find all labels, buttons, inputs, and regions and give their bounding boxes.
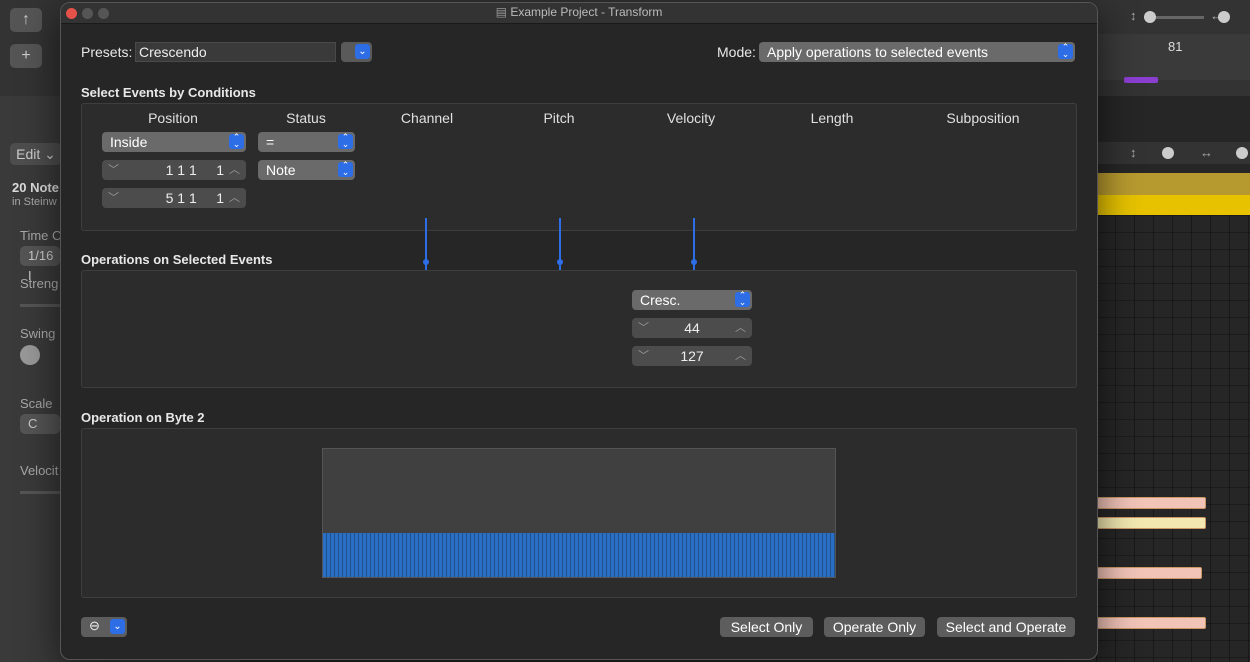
position-start-stepper[interactable]: ﹀ 1 1 1 1 ︿ (102, 160, 246, 180)
select-and-operate-button[interactable]: Select and Operate (937, 617, 1075, 637)
midi-note[interactable] (1096, 517, 1206, 529)
add-track-button[interactable]: + (10, 44, 42, 68)
scale-label: Scale (20, 396, 53, 411)
column-header-velocity: Velocity (666, 110, 716, 126)
window-titlebar: ▤ Example Project - Transform (61, 3, 1097, 24)
instrument-name: in Steinw (12, 196, 57, 208)
column-header-length: Length (810, 110, 854, 126)
slider-knob[interactable] (1162, 147, 1174, 159)
increment-icon[interactable]: ︿ (229, 160, 240, 180)
position-start-value[interactable]: 1 1 1 1 (124, 160, 224, 180)
time-quantize-select[interactable]: 1/16 I (20, 246, 60, 283)
position-end-value[interactable]: 5 1 1 1 (124, 188, 224, 208)
transform-window: ▤ Example Project - Transform Presets: C… (60, 2, 1098, 660)
action-menu-button[interactable]: ⊖ ⌄ (81, 617, 127, 637)
position-condition-value: Inside (110, 134, 148, 150)
chevron-down-icon: ⌄ (110, 619, 125, 634)
time-quantize-label: Time C (20, 228, 62, 243)
piano-roll-zoom: ↕ ↔ (1096, 142, 1250, 164)
column-header-status: Status (286, 110, 326, 126)
increment-icon[interactable]: ︿ (735, 346, 746, 366)
velocity-operation-select[interactable]: Cresc. ⌃ ⌄ (632, 290, 752, 310)
vertical-zoom-icon: ↕ (1130, 8, 1137, 23)
select-only-button[interactable]: Select Only (720, 617, 813, 637)
chevron-down-icon: ⌄ (355, 44, 370, 59)
region-header (1096, 173, 1250, 195)
column-header-subposition: Subposition (946, 110, 1020, 126)
piano-roll-grid (1096, 215, 1250, 662)
decrement-icon[interactable]: ﹀ (638, 318, 649, 338)
up-arrow-icon[interactable]: ↑ (10, 8, 42, 32)
window-title: ▤ Example Project - Transform (61, 5, 1097, 19)
midi-note[interactable] (1096, 617, 1206, 629)
swing-knob[interactable] (20, 345, 40, 365)
updown-chevron-icon: ⌃ ⌄ (229, 133, 244, 149)
slider-knob[interactable] (1236, 147, 1248, 159)
slider-knob[interactable] (1218, 11, 1230, 23)
operations-panel (81, 270, 1077, 388)
mode-select[interactable]: Apply operations to selected events ⌃ ⌄ (759, 42, 1075, 62)
conditions-section-title: Select Events by Conditions (81, 85, 256, 100)
status-condition-value: = (266, 134, 275, 150)
decrement-icon[interactable]: ﹀ (108, 160, 119, 180)
updown-chevron-icon: ⌃ ⌄ (338, 133, 353, 149)
notes-count: 20 Note (12, 180, 59, 195)
channel-connector-dot[interactable] (423, 259, 429, 265)
strength-label: Streng (20, 276, 59, 291)
vertical-zoom-icon: ↕ (1130, 145, 1137, 160)
scale-select[interactable]: C (20, 414, 60, 434)
updown-chevron-icon: ⌃ ⌄ (338, 161, 353, 177)
horizontal-zoom-icon: ↔ (1200, 145, 1213, 160)
updown-chevron-icon: ⌃ ⌄ (735, 291, 750, 307)
pitch-connector-dot[interactable] (557, 259, 563, 265)
region-ruler (1096, 195, 1250, 215)
velocity-connector-dot[interactable] (691, 259, 697, 265)
velocity-label: Velocit (20, 463, 59, 478)
velocity-value2[interactable]: 127 (654, 346, 730, 366)
operate-only-button[interactable]: Operate Only (824, 617, 925, 637)
velocity-slider[interactable] (20, 491, 60, 494)
status-value-select[interactable]: Note ⌃ ⌄ (258, 160, 355, 180)
decrement-icon[interactable]: ﹀ (638, 346, 649, 366)
column-header-position: Position (148, 110, 198, 126)
strength-slider[interactable] (20, 304, 60, 307)
region-marker[interactable] (1124, 77, 1158, 83)
increment-icon[interactable]: ︿ (735, 318, 746, 338)
column-header-channel: Channel (400, 110, 454, 126)
velocity-value1-stepper[interactable]: ﹀ 44 ︿ (632, 318, 752, 338)
byte2-operation-graph[interactable] (322, 448, 836, 578)
increment-icon[interactable]: ︿ (229, 188, 240, 208)
position-condition-select[interactable]: Inside ⌃ ⌄ (102, 132, 246, 152)
ellipsis-circle-icon: ⊖ (89, 618, 100, 633)
column-header-pitch: Pitch (543, 110, 575, 126)
mode-select-value: Apply operations to selected events (767, 44, 989, 60)
document-icon: ▤ (495, 5, 511, 19)
updown-chevron-icon: ⌃ ⌄ (1058, 43, 1073, 59)
window-title-text: Example Project - Transform (510, 5, 663, 19)
presets-menu-button[interactable]: ⌄ (341, 42, 372, 62)
decrement-icon[interactable]: ﹀ (108, 188, 119, 208)
position-end-stepper[interactable]: ﹀ 5 1 1 1 ︿ (102, 188, 246, 208)
velocity-value2-stepper[interactable]: ﹀ 127 ︿ (632, 346, 752, 366)
byte2-graph-bars (323, 533, 835, 577)
mode-label: Mode: (717, 44, 756, 60)
midi-note[interactable] (1096, 567, 1202, 579)
timeline-ruler: 81 (1096, 34, 1250, 83)
velocity-value1[interactable]: 44 (654, 318, 730, 338)
byte2-section-title: Operation on Byte 2 (81, 410, 205, 425)
status-condition-select[interactable]: = ⌃ ⌄ (258, 132, 355, 152)
midi-note[interactable] (1096, 497, 1206, 509)
presets-field[interactable]: Crescendo (135, 42, 336, 62)
edit-label: Edit (16, 146, 41, 162)
operations-section-title: Operations on Selected Events (81, 252, 273, 267)
ruler-bar-number: 81 (1168, 39, 1183, 54)
velocity-operation-value: Cresc. (640, 292, 681, 308)
zoom-controls: ↕ ↔ (1096, 0, 1250, 34)
edit-menu-button[interactable]: Edit ⌄ (10, 143, 62, 165)
status-value-text: Note (266, 162, 296, 178)
presets-label: Presets: (81, 44, 133, 60)
swing-label: Swing (20, 326, 56, 341)
slider-knob[interactable] (1144, 11, 1156, 23)
